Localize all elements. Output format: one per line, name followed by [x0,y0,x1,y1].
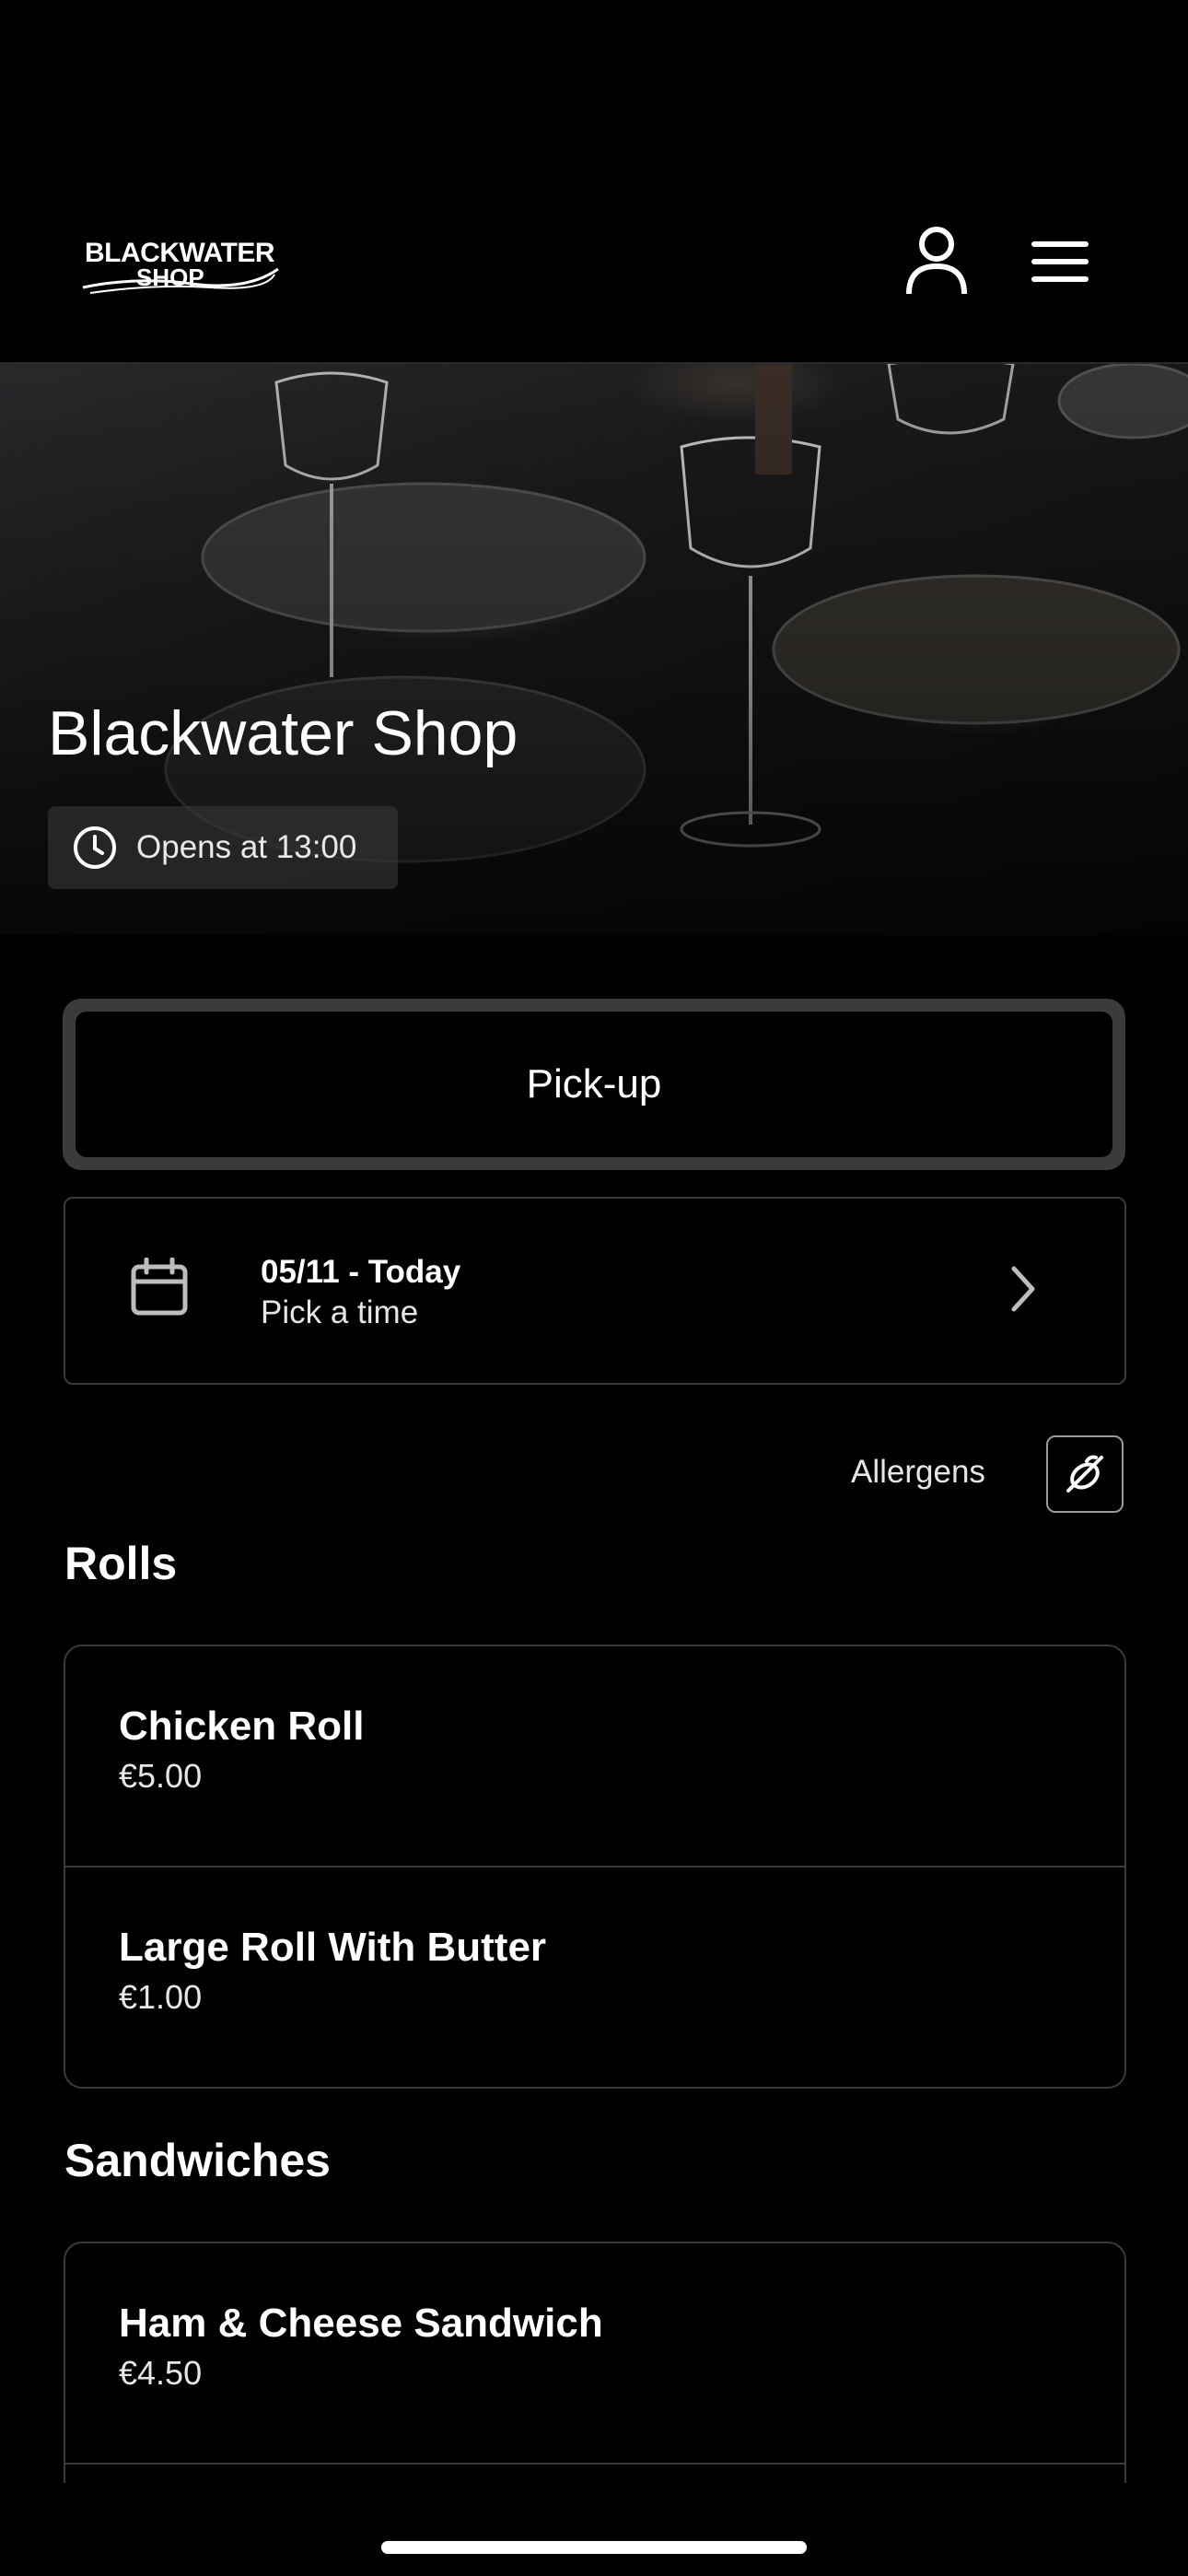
opening-hours-text: Opens at 13:00 [136,829,357,865]
hero-banner: Blackwater Shop Opens at 13:00 [0,364,1188,935]
pickup-time-selector[interactable]: 05/11 - Today Pick a time [64,1197,1126,1385]
menu-item[interactable]: Large Roll With Butter €1.00 [65,1866,1124,2087]
menu-item-name: Chicken Roll [119,1704,365,1749]
opening-hours-badge: Opens at 13:00 [48,806,398,889]
order-type-selector: Pick-up [63,999,1125,1170]
brand-logo[interactable]: BLACKWATER SHOP [81,238,284,295]
calendar-icon [131,1258,188,1316]
hamburger-menu-icon [1031,241,1089,282]
menu-item-name: Large Roll With Butter [119,1925,547,1970]
allergens-label: Allergens [851,1454,985,1490]
user-icon [906,227,967,295]
chevron-right-icon [1011,1266,1035,1312]
clock-icon [74,826,116,869]
pickup-time-label: Pick a time [261,1294,419,1330]
section-title-sandwiches: Sandwiches [64,2135,331,2186]
menu-item-partial[interactable] [65,2463,1124,2483]
app-header: BLACKWATER SHOP [0,0,1188,364]
menu-button[interactable] [1030,241,1094,282]
restaurant-name: Blackwater Shop [48,698,518,768]
home-indicator[interactable] [381,2541,807,2554]
allergens-filter-button[interactable] [1046,1435,1124,1513]
logo-text-line2: SHOP [136,263,204,291]
pickup-date-label: 05/11 - Today [261,1254,461,1290]
menu-item[interactable]: Ham & Cheese Sandwich €4.50 [65,2243,1124,2463]
allergen-filter-icon [1066,1455,1103,1493]
menu-item-price: €4.50 [119,2354,203,2392]
menu-item-price: €1.00 [119,1978,203,2016]
account-button[interactable] [904,226,969,296]
menu-section-sandwiches: Ham & Cheese Sandwich €4.50 [64,2242,1126,2483]
pickup-option-button[interactable]: Pick-up [76,1012,1112,1157]
menu-item[interactable]: Chicken Roll €5.00 [65,1646,1124,1866]
menu-section-rolls: Chicken Roll €5.00 Large Roll With Butte… [64,1645,1126,2089]
menu-item-name: Ham & Cheese Sandwich [119,2301,603,2346]
section-title-rolls: Rolls [64,1538,178,1589]
menu-item-price: €5.00 [119,1757,203,1795]
